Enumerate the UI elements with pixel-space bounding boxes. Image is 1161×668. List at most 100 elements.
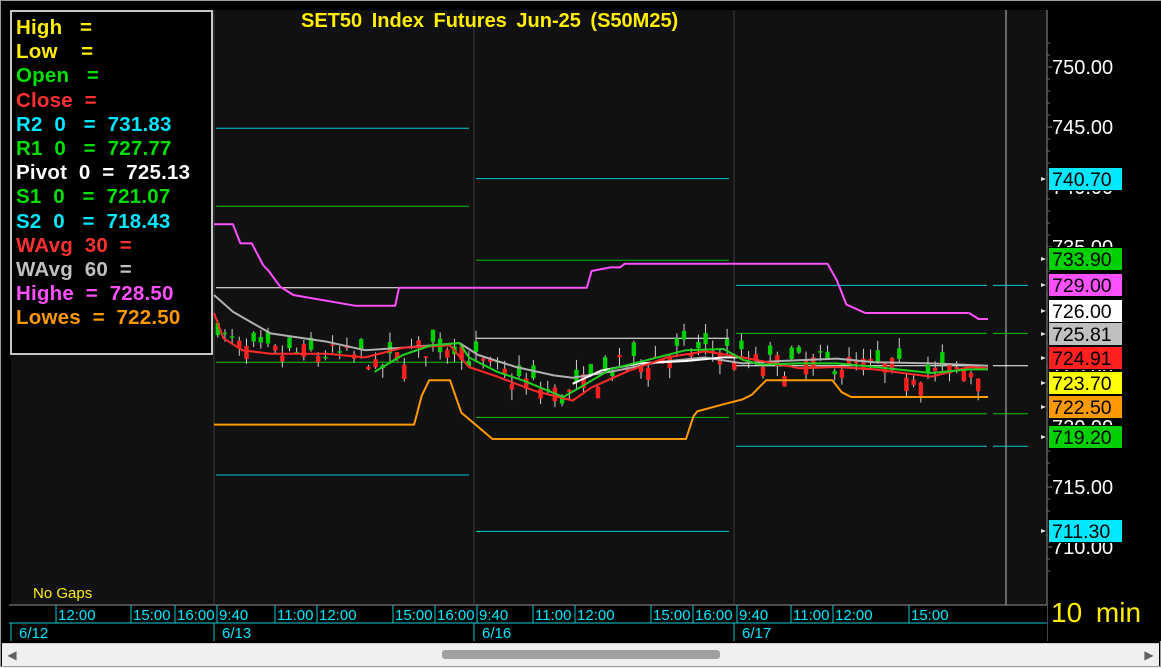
- candle-body: [918, 382, 923, 396]
- candle-body: [968, 372, 974, 378]
- price-badge: 724.91: [1048, 346, 1123, 370]
- time-label: 11:00: [535, 607, 571, 624]
- horizontal-scrollbar[interactable]: ◀ ▶: [2, 643, 1159, 666]
- candle-body: [330, 344, 335, 347]
- candle-body: [595, 386, 601, 399]
- time-label: 9:40: [219, 607, 248, 624]
- candle-body: [904, 377, 909, 392]
- legend-row: Open =: [16, 64, 100, 88]
- time-label: 11:00: [793, 607, 829, 624]
- date-label: 6/17: [742, 625, 771, 642]
- time-label: 9:40: [479, 607, 508, 624]
- time-label: 12:00: [58, 607, 96, 624]
- chart-window: 750.00745.00740.00735.00730.00725.00720.…: [0, 0, 1161, 667]
- candle-body: [703, 333, 708, 345]
- candle-body: [473, 341, 479, 352]
- price-badge: 740.70: [1048, 167, 1123, 191]
- candle-body: [932, 367, 938, 372]
- candle-body: [287, 337, 292, 349]
- time-label: 9:40: [739, 607, 768, 624]
- time-label: 16:00: [437, 607, 475, 624]
- candle-body: [222, 332, 228, 335]
- candle-body: [366, 366, 371, 370]
- y-tick-label: 745.00: [1052, 117, 1113, 139]
- time-label: 16:00: [695, 607, 733, 624]
- candle-body: [502, 368, 507, 374]
- candle-body: [767, 345, 773, 355]
- time-label: 15:00: [395, 607, 433, 624]
- legend-row: Pivot 0 = 725.13: [16, 161, 191, 185]
- legend-row: Close =: [16, 88, 97, 112]
- time-label: 15:00: [653, 607, 691, 624]
- candle-body: [796, 346, 802, 353]
- legend-row: WAvg 60 =: [16, 258, 132, 282]
- legend-row: R2 0 = 731.83: [16, 112, 172, 136]
- candle-body: [897, 348, 902, 360]
- chart-title: SET50 Index Futures Jun-25 (S50M25): [301, 10, 679, 32]
- candle-body: [674, 338, 680, 346]
- candle-body: [574, 369, 579, 382]
- candle-body: [617, 355, 622, 358]
- legend-row: S2 0 = 718.43: [16, 209, 171, 233]
- candle-body: [789, 347, 794, 360]
- candle-body: [402, 364, 407, 380]
- candle-body: [961, 370, 967, 381]
- price-badge: 719.20: [1048, 425, 1123, 449]
- scroll-right-icon[interactable]: ▶: [1141, 646, 1157, 664]
- date-label: 6/12: [19, 625, 48, 642]
- legend-row: Lowes = 722.50: [16, 306, 181, 330]
- candle-body: [258, 336, 264, 343]
- gaps-label: No Gaps: [33, 585, 93, 602]
- candle-body: [739, 340, 744, 350]
- price-badge: 726.00: [1048, 299, 1123, 323]
- candle-body: [818, 351, 823, 353]
- time-label: 12:00: [319, 607, 357, 624]
- candle-body: [445, 349, 450, 358]
- candle-body: [337, 351, 342, 353]
- y-tick-label: 715.00: [1052, 477, 1113, 499]
- candle-body: [825, 351, 830, 359]
- candle-body: [272, 345, 278, 351]
- price-badge: 729.00: [1048, 273, 1123, 297]
- time-label: 15:00: [911, 607, 949, 624]
- scroll-left-icon[interactable]: ◀: [4, 646, 20, 664]
- price-badge: 725.81: [1048, 322, 1123, 346]
- time-label: 12:00: [835, 607, 873, 624]
- y-tick-label: 750.00: [1052, 57, 1113, 79]
- legend-row: Low =: [16, 40, 94, 64]
- candle-body: [839, 369, 845, 378]
- candle-body: [251, 332, 256, 342]
- candle-body: [567, 389, 572, 392]
- candle-body: [724, 339, 730, 346]
- candle-body: [323, 356, 328, 359]
- candle-body: [832, 371, 837, 375]
- date-label: 6/13: [222, 625, 251, 642]
- candle-body: [631, 342, 637, 357]
- interval-label[interactable]: 10 min: [1051, 597, 1141, 629]
- time-label: 15:00: [133, 607, 171, 624]
- price-badge: 722.50: [1048, 395, 1123, 419]
- time-label: 12:00: [577, 607, 615, 624]
- price-badge: 711.30: [1048, 519, 1123, 543]
- legend-row: R1 0 = 727.77: [16, 137, 172, 161]
- legend-row: Highe = 728.50: [16, 282, 174, 306]
- candle-body: [602, 357, 608, 371]
- price-badge: 733.90: [1048, 247, 1123, 271]
- candle-body: [430, 329, 436, 342]
- legend-row: WAvg 30 =: [16, 233, 132, 257]
- candle-body: [911, 379, 916, 385]
- candle-body: [696, 341, 701, 349]
- candle-body: [509, 384, 515, 390]
- candle-body: [316, 356, 321, 363]
- candle-body: [681, 330, 687, 340]
- candle-body: [301, 343, 307, 357]
- legend-row: S1 0 = 721.07: [16, 185, 171, 209]
- candle-body: [280, 355, 285, 362]
- scroll-thumb[interactable]: [442, 650, 720, 659]
- candle-body: [373, 359, 378, 368]
- indicator-legend: High = Low = Open = Close = R2 0 = 731.83 R1 …: [10, 10, 213, 355]
- candle-body: [645, 367, 651, 380]
- price-badge: 723.70: [1048, 371, 1123, 395]
- time-label: 11:00: [277, 607, 313, 624]
- candle-body: [423, 356, 429, 358]
